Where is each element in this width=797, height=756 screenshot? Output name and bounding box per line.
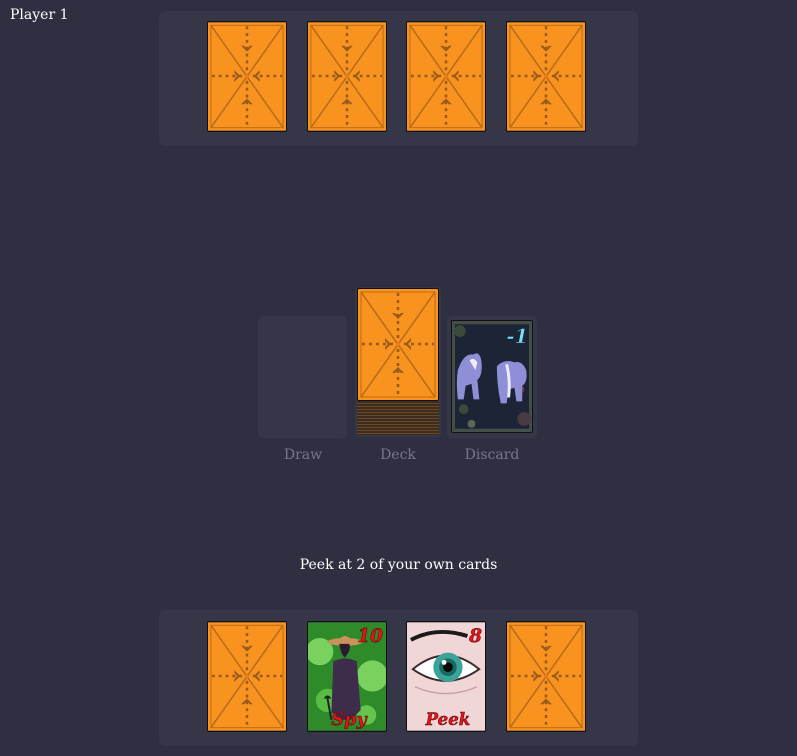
discard-label: Discard — [464, 447, 520, 463]
action-prompt: Peek at 2 of your own cards — [299, 557, 498, 573]
deck-stack-edges — [357, 400, 439, 435]
opponent-card-2[interactable] — [307, 21, 387, 132]
card-back-icon — [407, 22, 485, 131]
player-card-1[interactable] — [207, 621, 287, 732]
card-back-icon — [507, 22, 585, 131]
draw-label: Draw — [283, 447, 323, 463]
opponent-card-3[interactable] — [406, 21, 486, 132]
spy-card-name: Spy — [331, 710, 368, 730]
peek-card-value: 8 — [468, 626, 482, 647]
opponent-card-4[interactable] — [506, 21, 586, 132]
ghost-horses-card-art: -1 — [452, 321, 532, 432]
spy-card-value: 10 — [357, 626, 383, 647]
card-back-icon — [308, 22, 386, 131]
card-back-icon — [208, 622, 286, 731]
peek-card-art: 8 Peek — [407, 622, 485, 731]
spy-card-art: 10 Spy — [308, 622, 386, 731]
opponent-card-1[interactable] — [207, 21, 287, 132]
card-back-icon — [208, 22, 286, 131]
card-back-icon — [507, 622, 585, 731]
peek-card-name: Peek — [425, 709, 471, 729]
player-card-peek[interactable]: 8 Peek — [406, 621, 486, 732]
player-card-4[interactable] — [506, 621, 586, 732]
draw-slot[interactable] — [258, 316, 347, 438]
player-hand-area: 10 Spy 8 Peek — [159, 610, 638, 746]
deck-label: Deck — [380, 447, 416, 463]
card-back-icon — [358, 289, 438, 400]
opponent-hand-area — [159, 11, 638, 146]
player-card-spy[interactable]: 10 Spy — [307, 621, 387, 732]
discard-top-card[interactable]: -1 — [451, 320, 533, 433]
deck-top-card[interactable] — [357, 288, 439, 401]
discard-card-value: -1 — [506, 325, 528, 348]
player-label: Player 1 — [10, 7, 69, 23]
